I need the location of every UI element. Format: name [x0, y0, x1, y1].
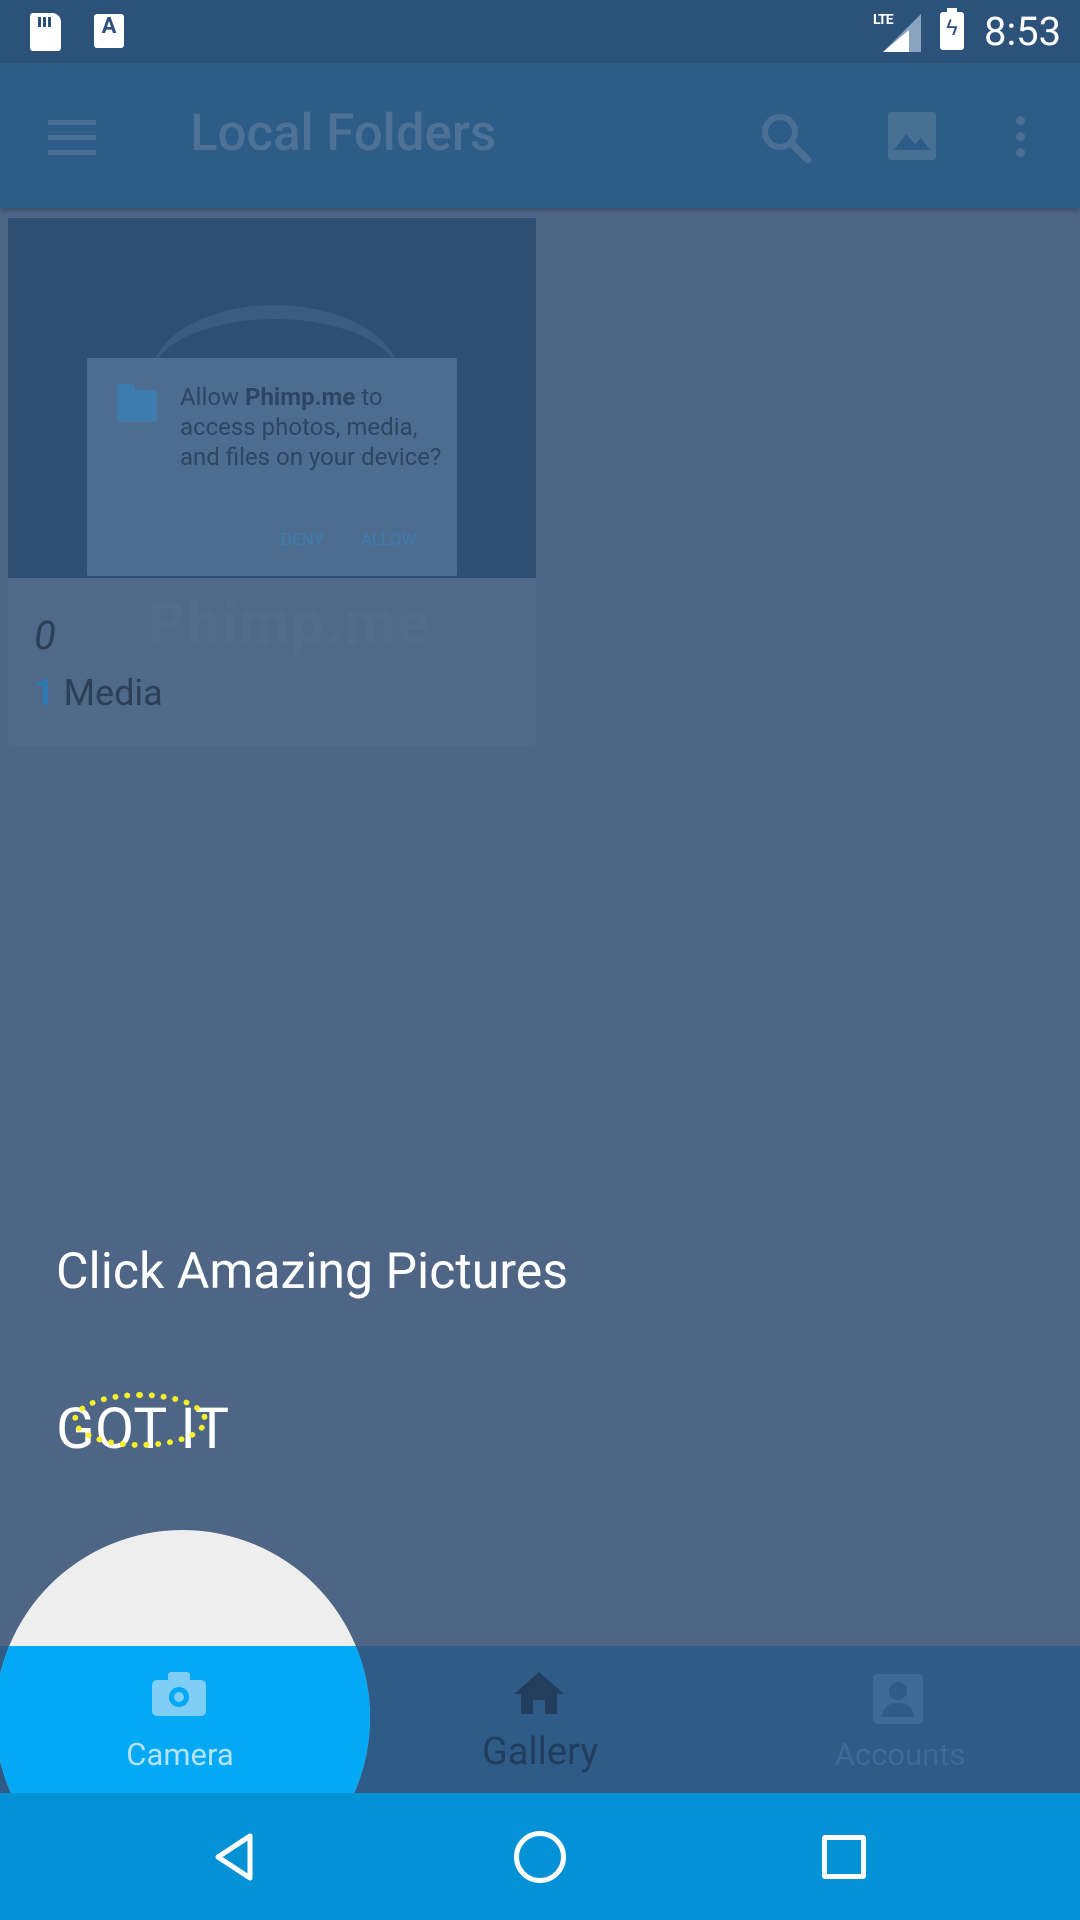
nav-item-gallery[interactable]: Gallery: [440, 1730, 640, 1774]
folder-icon: [117, 384, 157, 422]
back-icon[interactable]: [210, 1832, 260, 1882]
account-icon[interactable]: [873, 1674, 923, 1724]
album-name: 0: [34, 612, 56, 659]
home-icon[interactable]: [512, 1670, 566, 1716]
a-notification-icon: A: [94, 14, 124, 48]
image-icon[interactable]: [888, 112, 936, 160]
lte-signal-icon: LTE: [873, 12, 923, 52]
permission-dialog-screenshot: Allow Phimp.me to access photos, media, …: [87, 358, 457, 576]
thumbnail-watermark: Phimp.me: [148, 590, 431, 658]
page-title: Local Folders: [190, 104, 497, 163]
tap-highlight-ring: [72, 1392, 208, 1448]
permission-message: Allow Phimp.me to access photos, media, …: [180, 383, 442, 471]
album-media-count: 1 Media: [34, 672, 163, 714]
allow-label: ALLOW: [361, 530, 417, 550]
menu-icon[interactable]: [48, 120, 96, 156]
sd-card-icon: [30, 13, 61, 51]
nav-item-camera[interactable]: Camera: [80, 1736, 280, 1773]
camera-icon[interactable]: [152, 1672, 206, 1716]
more-vert-icon[interactable]: [1014, 112, 1026, 162]
deny-label: DENY: [281, 530, 324, 550]
nav-item-accounts[interactable]: Accounts: [800, 1736, 1000, 1773]
search-icon[interactable]: [758, 110, 814, 166]
status-time: 8:53: [984, 8, 1062, 55]
recents-icon[interactable]: [822, 1835, 866, 1879]
home-button-icon[interactable]: [514, 1831, 566, 1883]
battery-charging-icon: ϟ: [940, 8, 964, 50]
tutorial-title: Click Amazing Pictures: [56, 1243, 569, 1301]
